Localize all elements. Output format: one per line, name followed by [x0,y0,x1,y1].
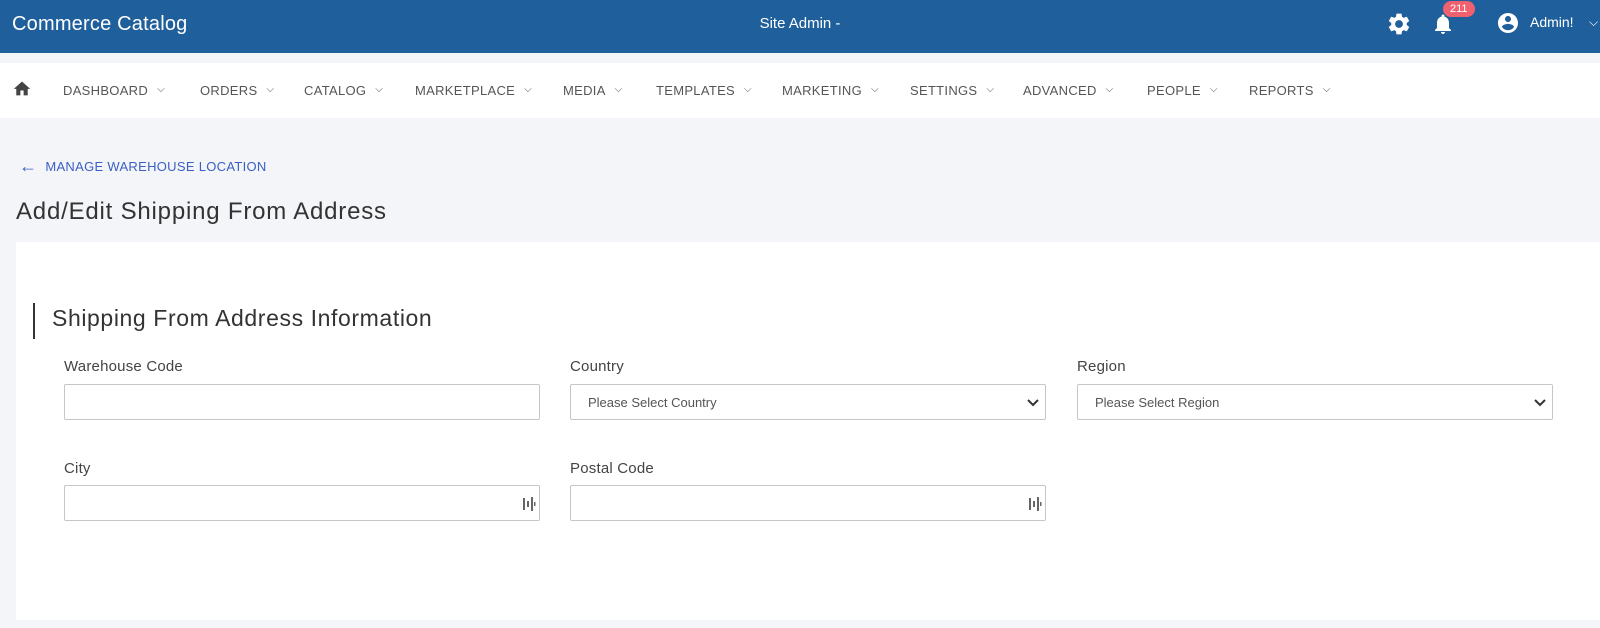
nav-media-label: MEDIA [563,83,606,98]
nav-marketing-label: MARKETING [782,83,862,98]
country-label: Country [570,358,624,375]
nav-settings[interactable]: SETTINGS ⌵ [910,83,994,98]
nav-people-label: PEOPLE [1147,83,1201,98]
chevron-down-icon [1534,399,1546,407]
nav-settings-label: SETTINGS [910,83,978,98]
warehouse-code-label: Warehouse Code [64,358,183,375]
chevron-down-icon [1027,399,1039,407]
region-label: Region [1077,358,1126,375]
nav-marketplace-label: MARKETPLACE [415,83,516,98]
chevron-down-icon: ⌵ [744,84,752,95]
chevron-down-icon: ⌵ [1105,84,1114,95]
autofill-icon[interactable] [1028,496,1042,512]
section-accent-bar [33,303,35,339]
gear-icon[interactable] [1386,11,1412,37]
postal-code-label: Postal Code [570,460,654,477]
city-label: City [64,460,91,477]
chevron-down-icon[interactable]: ⌵ [1589,15,1598,30]
region-select[interactable]: Please Select Region [1077,384,1553,420]
chevron-down-icon: ⌵ [375,84,384,95]
nav-media[interactable]: MEDIA ⌵ [563,83,623,98]
top-bar: Commerce Catalog Site Admin - 211 Admin!… [0,0,1600,53]
country-select[interactable]: Please Select Country [570,384,1046,420]
nav-templates-label: TEMPLATES [656,83,736,98]
back-link-label: MANAGE WAREHOUSE LOCATION [45,159,267,174]
autofill-icon[interactable] [522,496,536,512]
main-nav: DASHBOARD ⌵ ORDERS ⌵ CATALOG ⌵ MARKETPLACE ⌵… [0,63,1600,118]
chevron-down-icon: ⌵ [1322,84,1331,95]
region-select-value: Please Select Region [1095,395,1220,410]
nav-dashboard[interactable]: DASHBOARD ⌵ [63,83,165,98]
nav-advanced-label: ADVANCED [1023,83,1097,98]
form-card: Shipping From Address Information Wareho… [16,242,1600,620]
nav-marketplace[interactable]: MARKETPLACE ⌵ [415,83,532,98]
nav-people[interactable]: PEOPLE ⌵ [1147,83,1218,98]
chevron-down-icon: ⌵ [614,84,623,95]
nav-dashboard-label: DASHBOARD [63,83,149,98]
nav-marketing[interactable]: MARKETING ⌵ [782,83,879,98]
city-input[interactable] [64,485,540,521]
nav-catalog-label: CATALOG [304,83,367,98]
user-avatar-icon[interactable] [1496,11,1520,35]
nav-reports-label: REPORTS [1249,83,1314,98]
notification-badge[interactable]: 211 [1443,1,1475,17]
country-select-value: Please Select Country [588,395,717,410]
nav-catalog[interactable]: CATALOG ⌵ [304,83,383,98]
admin-name[interactable]: Admin! [1530,14,1574,30]
chevron-down-icon: ⌵ [1209,84,1218,95]
nav-reports[interactable]: REPORTS ⌵ [1249,83,1331,98]
arrow-left-icon: ← [19,156,38,176]
chevron-down-icon: ⌵ [870,84,879,95]
back-to-warehouse-link[interactable]: ← MANAGE WAREHOUSE LOCATION [19,155,267,176]
page-title: Add/Edit Shipping From Address [16,198,387,225]
section-title: Shipping From Address Information [52,305,433,331]
home-icon[interactable] [12,79,32,97]
chevron-down-icon: ⌵ [524,84,532,95]
chevron-down-icon: ⌵ [157,84,165,95]
chevron-down-icon: ⌵ [986,84,995,95]
nav-orders-label: ORDERS [200,83,258,98]
chevron-down-icon: ⌵ [266,84,275,95]
nav-orders[interactable]: ORDERS ⌵ [200,83,274,98]
nav-advanced[interactable]: ADVANCED ⌵ [1023,83,1114,98]
site-admin-label: Site Admin - [759,15,841,32]
warehouse-code-input[interactable] [64,384,540,420]
nav-templates[interactable]: TEMPLATES ⌵ [656,83,752,98]
postal-code-input[interactable] [570,485,1046,521]
